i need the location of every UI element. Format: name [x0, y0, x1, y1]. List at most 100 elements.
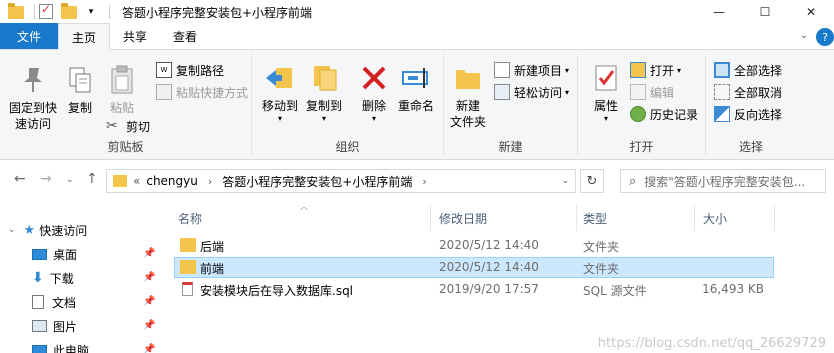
paste-icon — [111, 65, 133, 94]
chevron-down-icon: ▾ — [565, 65, 570, 75]
move-to-icon — [266, 68, 292, 88]
edit-button[interactable]: 编辑 — [630, 82, 674, 102]
nav-item-label: 下载 — [49, 271, 74, 286]
clipboard-group-label: 剪贴板 — [107, 140, 144, 154]
file-type: 文件夹 — [583, 240, 620, 254]
search-input[interactable]: ⌕ 搜索"答题小程序完整安装包... — [620, 169, 826, 193]
rename-button[interactable]: 重命名 — [394, 62, 438, 114]
properties-quick-icon[interactable] — [39, 2, 55, 20]
copy-to-button[interactable]: 复制到 ▾ — [304, 62, 344, 123]
nav-item-desktop[interactable]: 桌面 — [32, 243, 77, 265]
delete-icon — [362, 66, 386, 90]
history-button[interactable]: 历史记录 — [630, 104, 698, 124]
nav-item-this-pc[interactable]: 此电脑 — [32, 339, 89, 353]
column-header-size[interactable]: 大小 — [703, 207, 727, 229]
download-arrow-icon: ⬇ — [32, 270, 44, 286]
minimize-button[interactable]: — — [696, 0, 742, 24]
forward-arrow-icon[interactable]: → — [40, 171, 52, 187]
refresh-icon[interactable]: ↻ — [580, 169, 604, 193]
column-header-type[interactable]: 类型 — [583, 207, 607, 229]
column-divider[interactable] — [694, 205, 695, 231]
tab-share[interactable]: 共享 — [110, 23, 160, 49]
table-row[interactable]: 安装模块后在导入数据库.sql 2019/9/20 17:57 SQL 源文件 … — [174, 279, 774, 300]
chevron-right-icon[interactable]: › — [422, 175, 426, 188]
nav-item-downloads[interactable]: ⬇ 下载 — [32, 267, 74, 289]
copy-path-label: 复制路径 — [176, 63, 225, 78]
folder-icon — [180, 260, 196, 274]
paste-button[interactable]: 粘贴 — [104, 64, 140, 116]
overflow-crumb[interactable]: « — [133, 174, 140, 188]
new-folder-button[interactable]: 新建 文件夹 — [448, 62, 488, 130]
customize-quick-access-icon[interactable]: ▾ — [83, 4, 99, 20]
delete-button[interactable]: 删除 ▾ — [356, 62, 392, 123]
easy-access-button[interactable]: 轻松访问 ▾ — [494, 82, 569, 102]
maximize-button[interactable]: ☐ — [742, 0, 788, 24]
title-bar: ▾ 答题小程序完整安装包+小程序前端 — ☐ ✕ — [0, 0, 834, 24]
recent-locations-chevron-icon[interactable]: ⌄ — [66, 175, 74, 185]
address-bar[interactable]: « chengyu › 答题小程序完整安装包+小程序前端 › — [106, 169, 576, 193]
edit-label: 编辑 — [650, 85, 675, 100]
breadcrumb-chengyu[interactable]: chengyu — [146, 174, 198, 188]
pin-to-quick-access-button[interactable]: 固定到快 速访问 — [6, 64, 60, 132]
nav-quick-access[interactable]: ⌄ ★ 快速访问 — [8, 219, 87, 241]
column-header-name[interactable]: 名称 — [178, 207, 202, 229]
select-all-button[interactable]: 全部选择 — [714, 60, 782, 80]
column-divider[interactable] — [576, 205, 577, 231]
pin-icon[interactable]: 📌 — [143, 272, 155, 283]
table-row[interactable]: 前端 2020/5/12 14:40 文件夹 — [174, 257, 774, 278]
paste-shortcut-button[interactable]: 粘贴快捷方式 — [156, 82, 248, 102]
chevron-down-icon: ▾ — [277, 114, 282, 123]
pin-icon[interactable]: 📌 — [143, 344, 155, 353]
chevron-down-icon: ▾ — [371, 114, 376, 123]
column-header-date[interactable]: 修改日期 — [439, 207, 487, 229]
new-group-label: 新建 — [498, 140, 523, 154]
new-folder-quick-icon[interactable] — [61, 3, 77, 20]
new-folder-icon — [456, 70, 480, 89]
tab-view[interactable]: 查看 — [160, 23, 210, 49]
organize-group-label: 组织 — [335, 140, 360, 154]
move-to-button[interactable]: 移动到 ▾ — [260, 62, 300, 123]
invert-selection-button[interactable]: 反向选择 — [714, 104, 782, 124]
pin-icon[interactable]: 📌 — [143, 296, 155, 307]
select-none-icon — [714, 84, 730, 100]
chevron-down-icon[interactable]: ⌄ — [800, 30, 808, 41]
up-arrow-icon[interactable]: ↑ — [86, 171, 98, 187]
table-row[interactable]: 后端 2020/5/12 14:40 文件夹 — [174, 235, 774, 256]
window-controls: — ☐ ✕ — [696, 0, 834, 24]
new-item-icon — [494, 62, 510, 78]
properties-button[interactable]: 属性 ▾ — [588, 62, 624, 123]
copy-button[interactable]: 复制 — [62, 64, 98, 116]
tab-home[interactable]: 主页 — [58, 23, 111, 50]
column-divider[interactable] — [430, 205, 431, 231]
nav-item-documents[interactable]: 文档 — [32, 291, 76, 313]
pin-icon[interactable]: 📌 — [143, 248, 155, 259]
open-button[interactable]: 打开 ▾ — [630, 60, 681, 80]
new-item-button[interactable]: 新建项目 ▾ — [494, 60, 569, 80]
select-none-button[interactable]: 全部取消 — [714, 82, 782, 102]
new-item-label: 新建项目 — [514, 63, 563, 78]
breadcrumb-current[interactable]: 答题小程序完整安装包+小程序前端 — [222, 173, 412, 190]
folder-icon — [113, 175, 127, 187]
pin-icon[interactable]: 📌 — [143, 320, 155, 331]
nav-item-pictures[interactable]: 图片 — [32, 315, 77, 337]
select-all-label: 全部选择 — [734, 63, 783, 78]
back-arrow-icon[interactable]: ← — [14, 171, 26, 187]
help-icon[interactable]: ? — [816, 28, 834, 46]
tab-file[interactable]: 文件 — [0, 23, 58, 49]
search-icon: ⌕ — [629, 173, 637, 189]
divider — [109, 5, 110, 19]
properties-label: 属性 — [593, 99, 618, 113]
file-date: 2019/9/20 17:57 — [439, 282, 539, 296]
close-button[interactable]: ✕ — [788, 0, 834, 24]
column-divider[interactable] — [774, 205, 775, 231]
file-type: SQL 源文件 — [583, 284, 647, 298]
chevron-down-icon: ▾ — [603, 114, 608, 123]
chevron-right-icon[interactable]: › — [208, 175, 212, 188]
open-icon — [630, 62, 646, 78]
copy-path-button[interactable]: W 复制路径 — [156, 60, 224, 80]
open-group: 属性 ▾ 打开 ▾ 编辑 历史记录 打开 — [578, 54, 706, 156]
cut-button[interactable]: ✂ 剪切 — [106, 116, 150, 136]
chevron-down-icon: ⌄ — [8, 225, 16, 235]
address-dropdown-icon[interactable]: ⌄ — [556, 169, 576, 193]
delete-label: 删除 — [361, 99, 386, 113]
